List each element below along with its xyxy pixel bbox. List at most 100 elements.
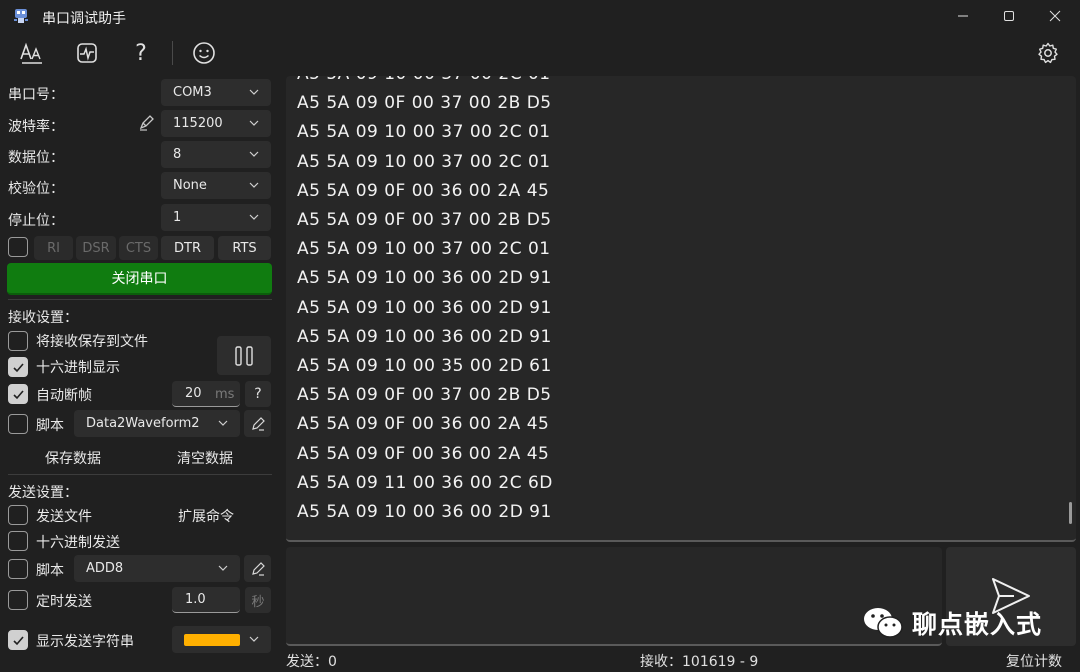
- receive-line: A5 5A 09 0F 00 36 00 2A 45: [297, 443, 550, 464]
- signal-dtr[interactable]: DTR: [161, 236, 214, 260]
- signal-ri[interactable]: RI: [34, 236, 73, 260]
- signal-cts[interactable]: CTS: [119, 236, 158, 260]
- signals-checkbox[interactable]: [8, 237, 28, 257]
- receive-line: A5 5A 09 10 00 36 00 2D 91: [297, 268, 552, 289]
- hex-display-checkbox[interactable]: [8, 357, 28, 377]
- chevron-down-icon: [249, 151, 259, 157]
- auto-frame-value: 20: [185, 386, 202, 401]
- receive-line: A5 5A 09 10 00 37 00 2C 01: [297, 239, 551, 260]
- minimize-button[interactable]: [940, 0, 986, 32]
- receive-script-checkbox[interactable]: [8, 414, 28, 434]
- chevron-down-icon: [249, 636, 259, 642]
- receive-line: A5 5A 09 10 00 35 00 2D 61: [297, 356, 552, 376]
- send-script-value: ADD8: [86, 561, 124, 576]
- receive-line: A5 5A 09 10 00 37 00 2C 01: [297, 122, 551, 143]
- hex-display-label: 十六进制显示: [36, 360, 120, 376]
- receive-line: A5 5A 09 10 00 37 00 2C 01: [297, 76, 551, 84]
- receive-line: A5 5A 09 0F 00 37 00 2B D5: [297, 93, 552, 114]
- receive-script-value: Data2Waveform2: [86, 416, 200, 431]
- edit-receive-script-button[interactable]: [244, 410, 271, 437]
- window-title: 串口调试助手: [42, 11, 126, 27]
- send-color-select[interactable]: [172, 626, 271, 653]
- receive-line: A5 5A 09 10 00 36 00 2D 91: [297, 297, 552, 318]
- receive-line: A5 5A 09 0F 00 36 00 2A 45: [297, 180, 550, 201]
- send-file-label: 发送文件: [36, 509, 92, 525]
- parity-select[interactable]: None: [161, 172, 271, 199]
- wechat-icon: [864, 608, 903, 638]
- baud-value: 115200: [173, 116, 223, 131]
- port-select[interactable]: COM3: [161, 79, 271, 106]
- timed-send-unit: 秒: [245, 587, 271, 613]
- databits-select[interactable]: 8: [161, 141, 271, 168]
- clear-data-button[interactable]: 清空数据: [152, 448, 258, 468]
- about-button[interactable]: [188, 38, 220, 68]
- waveform-button[interactable]: [71, 38, 103, 68]
- sent-count: 发送：0: [286, 654, 337, 670]
- timed-send-checkbox[interactable]: [8, 590, 28, 610]
- chevron-down-icon: [218, 420, 228, 426]
- stopbits-select[interactable]: 1: [161, 204, 271, 231]
- timed-send-input[interactable]: 1.0: [172, 587, 240, 613]
- save-data-button[interactable]: 保存数据: [20, 448, 126, 468]
- pause-icon: [235, 345, 253, 366]
- timed-send-value: 1.0: [185, 592, 206, 607]
- receive-area[interactable]: A5 5A 09 10 00 37 00 2C 01 A5 5A 09 0F 00…: [286, 76, 1076, 542]
- toolbar-divider: [172, 41, 173, 65]
- divider: [8, 474, 272, 475]
- save-to-file-label: 将接收保存到文件: [36, 334, 148, 350]
- extended-command-button[interactable]: 扩展命令: [166, 506, 246, 526]
- auto-frame-checkbox[interactable]: [8, 384, 28, 404]
- send-input[interactable]: [286, 547, 942, 646]
- send-file-checkbox[interactable]: [8, 505, 28, 525]
- maximize-icon: [1004, 11, 1014, 21]
- receive-line: A5 5A 09 10 00 37 00 2C 01: [297, 151, 551, 172]
- checkmark-icon: [13, 363, 24, 373]
- chevron-down-icon: [249, 120, 259, 126]
- scrollbar-thumb[interactable]: [1069, 502, 1072, 524]
- parity-value: None: [173, 178, 207, 193]
- settings-icon: [1038, 42, 1058, 64]
- timed-send-label: 定时发送: [36, 594, 92, 610]
- baud-select[interactable]: 115200: [161, 110, 271, 137]
- receive-line: A5 5A 09 10 00 36 00 2D 91: [297, 326, 552, 347]
- hex-send-checkbox[interactable]: [8, 531, 28, 551]
- receive-script-select[interactable]: Data2Waveform2: [74, 410, 240, 437]
- reset-count-button[interactable]: 复位计数: [1006, 651, 1062, 671]
- help-icon: ?: [135, 40, 147, 66]
- watermark-text: 聊点嵌入式: [912, 610, 1043, 639]
- save-to-file-checkbox[interactable]: [8, 331, 28, 351]
- smiley-icon: [193, 42, 215, 64]
- stopbits-label: 停止位：: [8, 213, 64, 229]
- divider: [8, 299, 272, 300]
- receive-script-label: 脚本: [36, 418, 64, 434]
- chevron-down-icon: [249, 182, 259, 188]
- receive-section-title: 接收设置：: [8, 310, 78, 326]
- databits-value: 8: [173, 147, 182, 162]
- send-script-select[interactable]: ADD8: [74, 555, 240, 582]
- edit-send-script-button[interactable]: [244, 555, 271, 582]
- signal-rts[interactable]: RTS: [218, 236, 271, 260]
- signal-dsr[interactable]: DSR: [76, 236, 116, 260]
- show-send-string-label: 显示发送字符串: [36, 634, 134, 650]
- close-button[interactable]: [1032, 0, 1078, 32]
- chevron-down-icon: [249, 214, 259, 220]
- maximize-button[interactable]: [986, 0, 1032, 32]
- received-count: 接收：101619 - 9: [640, 654, 759, 670]
- toolbar: ?: [0, 32, 1080, 74]
- send-script-checkbox[interactable]: [8, 559, 28, 579]
- pause-button[interactable]: [217, 336, 271, 375]
- receive-line: A5 5A 09 0F 00 37 00 2B D5: [297, 210, 552, 230]
- edit-baud-icon[interactable]: [137, 114, 155, 132]
- settings-button[interactable]: [1032, 38, 1064, 68]
- waveform-icon: [77, 43, 97, 63]
- close-port-button[interactable]: 关闭串口: [7, 263, 272, 295]
- send-color-swatch: [184, 633, 240, 646]
- font-size-button[interactable]: [16, 38, 48, 68]
- help-button[interactable]: ?: [125, 38, 157, 68]
- auto-frame-label: 自动断帧: [36, 388, 92, 404]
- databits-label: 数据位：: [8, 150, 64, 166]
- minimize-icon: [958, 15, 968, 17]
- auto-frame-help-button[interactable]: ?: [245, 381, 271, 407]
- receive-line: A5 5A 09 0F 00 37 00 2B D5: [297, 385, 552, 406]
- show-send-string-checkbox[interactable]: [8, 630, 28, 650]
